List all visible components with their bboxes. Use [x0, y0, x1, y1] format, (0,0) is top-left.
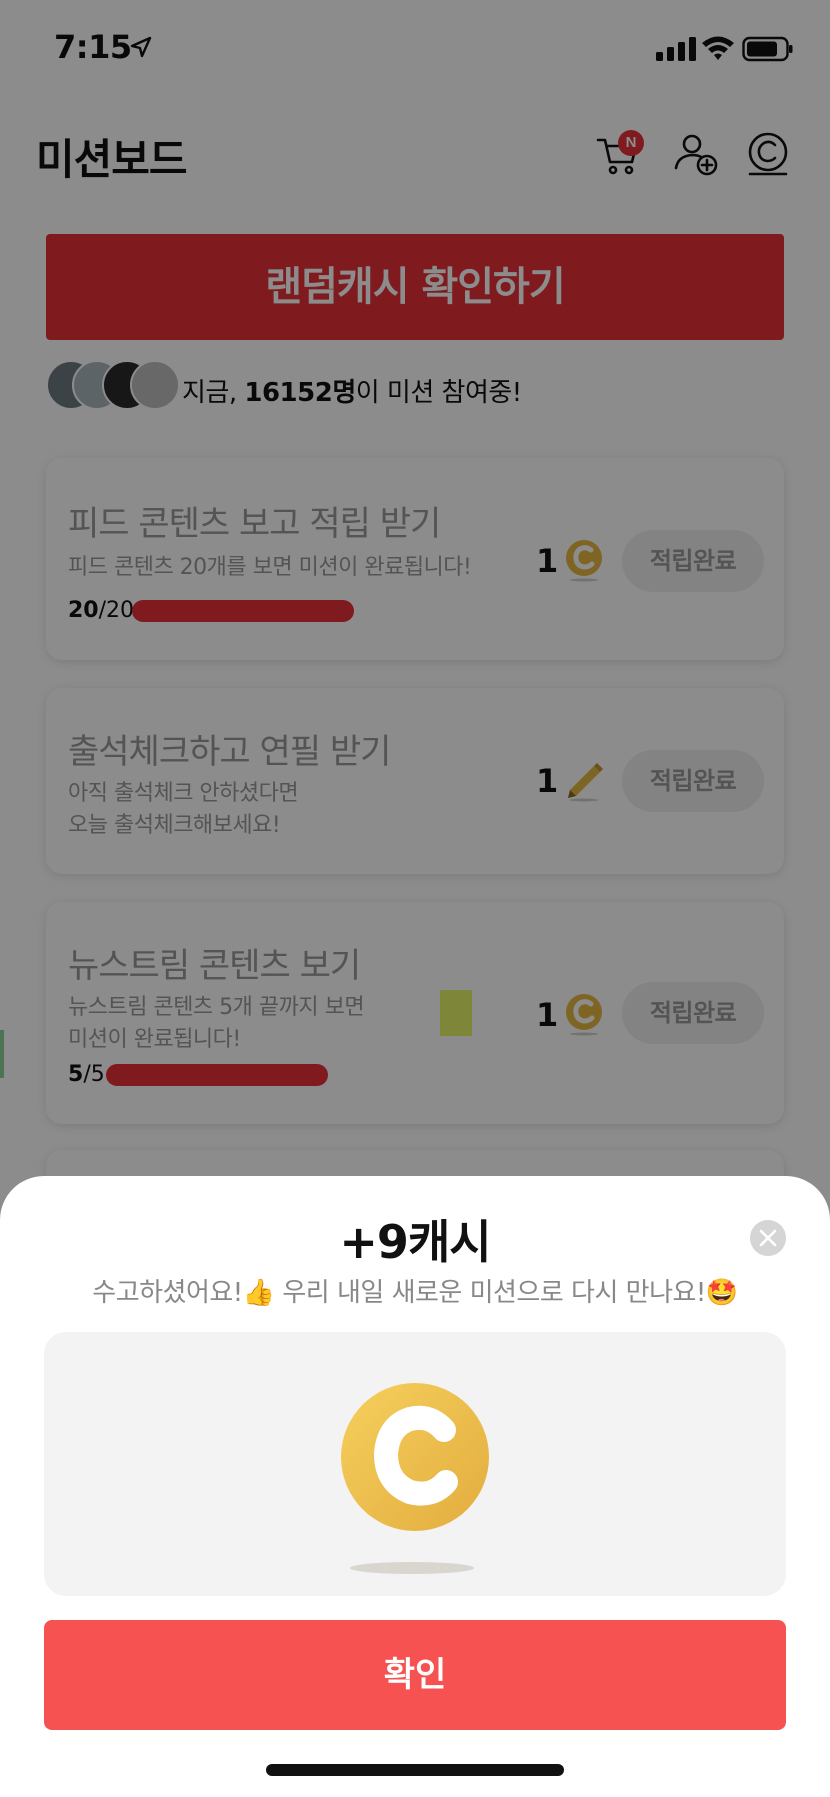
coin-shadow — [350, 1562, 474, 1574]
home-indicator — [266, 1764, 564, 1776]
coin-icon — [341, 1383, 489, 1531]
confirm-button[interactable]: 확인 — [44, 1620, 786, 1730]
reward-subtitle: 수고하셨어요!👍 우리 내일 새로운 미션으로 다시 만나요!🤩 — [92, 1278, 738, 1308]
reward-panel — [44, 1332, 786, 1596]
reward-title: +9캐시 — [339, 1215, 491, 1269]
close-icon[interactable] — [750, 1220, 786, 1256]
reward-bottom-sheet: +9캐시 수고하셨어요!👍 우리 내일 새로운 미션으로 다시 만나요!🤩 확인 — [0, 1176, 830, 1797]
mission-board-screen: 7:15 미션보드 N 랜덤캐시 확인하기 지금, 16152명이 미션 참여중… — [0, 0, 830, 1797]
